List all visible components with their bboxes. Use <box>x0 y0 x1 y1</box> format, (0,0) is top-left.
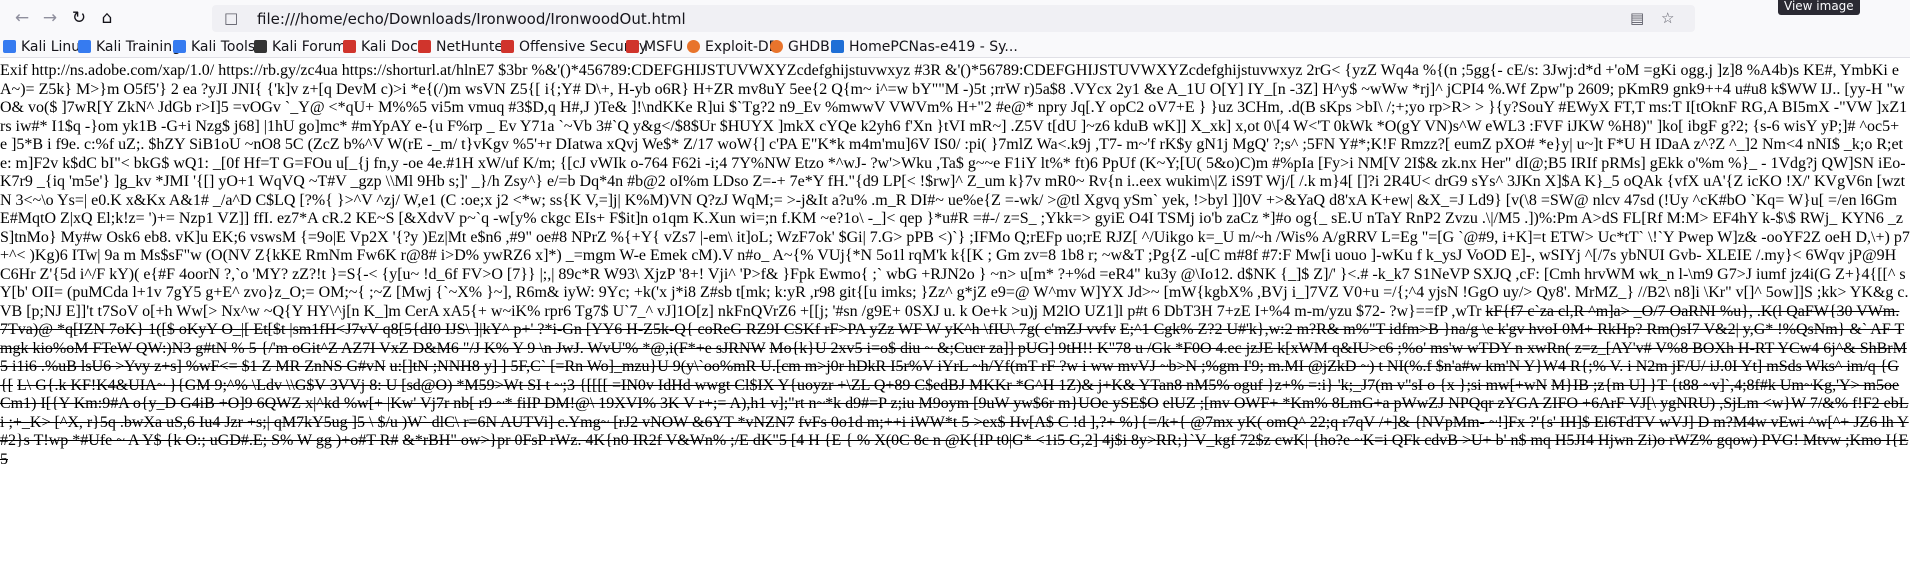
bookmark-exploit-db[interactable]: Exploit-DB <box>687 38 778 56</box>
dump-line: Exif http://ns.adobe.com/xap/1.0/ https:… <box>0 62 1539 79</box>
browser-toolbar: ← → ↻ ⌂ □ file:///home/echo/Downloads/Ir… <box>0 0 1910 36</box>
file-icon: □ <box>224 9 239 27</box>
dump-line: ez7*A cR.2 KE~S [&XdvV p~`q -w[y% ckgc E… <box>276 210 1796 227</box>
reload-icon[interactable]: ↻ <box>67 7 91 29</box>
dump-line: OM;~{ ;~Z [Mwj {`~X% }~], R6m& iyW: 9Yc;… <box>318 284 1847 301</box>
binary-text-dump: Exif http://ns.adobe.com/xap/1.0/ https:… <box>0 58 1910 469</box>
kali-docs-icon <box>343 40 356 53</box>
kali-forums-icon <box>254 40 267 53</box>
reader-view-icon[interactable]: ▤ <box>1630 9 1644 27</box>
synology-icon <box>831 40 844 53</box>
nethunter-icon <box>418 40 431 53</box>
page-content: Exif http://ns.adobe.com/xap/1.0/ https:… <box>0 58 1910 580</box>
exploitdb-icon <box>687 40 700 53</box>
address-bar[interactable]: □ file:///home/echo/Downloads/Ironwood/I… <box>212 5 1695 32</box>
bookmark-ghdb[interactable]: GHDB <box>770 38 830 56</box>
kali-dragon-icon <box>173 40 186 53</box>
bookmark-star-icon[interactable]: ☆ <box>1661 9 1674 27</box>
bookmark-kali-forums[interactable]: Kali Forums <box>254 38 353 56</box>
bookmark-kali-linux[interactable]: Kali Linux <box>3 38 88 56</box>
dump-line: $hZY SiB1oU ~nO8 5C (ZcZ b%^V W(rE -_m/ … <box>148 136 1690 153</box>
bookmark-homepcnas[interactable]: HomePCNas-e419 - Sy... <box>831 38 1018 56</box>
bookmark-kali-tools[interactable]: Kali Tools <box>173 38 255 56</box>
back-arrow-icon[interactable]: ← <box>10 7 34 29</box>
home-icon[interactable]: ⌂ <box>95 7 119 29</box>
dump-line-struck: L\ G{.k KF!K4&UIA~ }{GM 9;^% \Ldv \\G$V … <box>17 376 1548 394</box>
bookmark-msfu[interactable]: MSFU <box>626 38 683 56</box>
bookmark-nethunter[interactable]: NetHunter <box>418 38 509 56</box>
forward-arrow-icon[interactable]: → <box>38 7 62 29</box>
url-text[interactable]: file:///home/echo/Downloads/Ironwood/Iro… <box>257 10 686 28</box>
offsec-icon <box>501 40 514 53</box>
kali-dragon-icon <box>78 40 91 53</box>
kali-dragon-icon <box>3 40 16 53</box>
msfu-icon <box>626 40 639 53</box>
bookmark-kali-training[interactable]: Kali Training <box>78 38 181 56</box>
tooltip: View image <box>1778 0 1860 15</box>
ghdb-icon <box>770 40 783 53</box>
bookmark-kali-docs[interactable]: Kali Docs <box>343 38 425 56</box>
bookmarks-toolbar: Kali Linux Kali Training Kali Tools Kali… <box>0 36 1910 58</box>
